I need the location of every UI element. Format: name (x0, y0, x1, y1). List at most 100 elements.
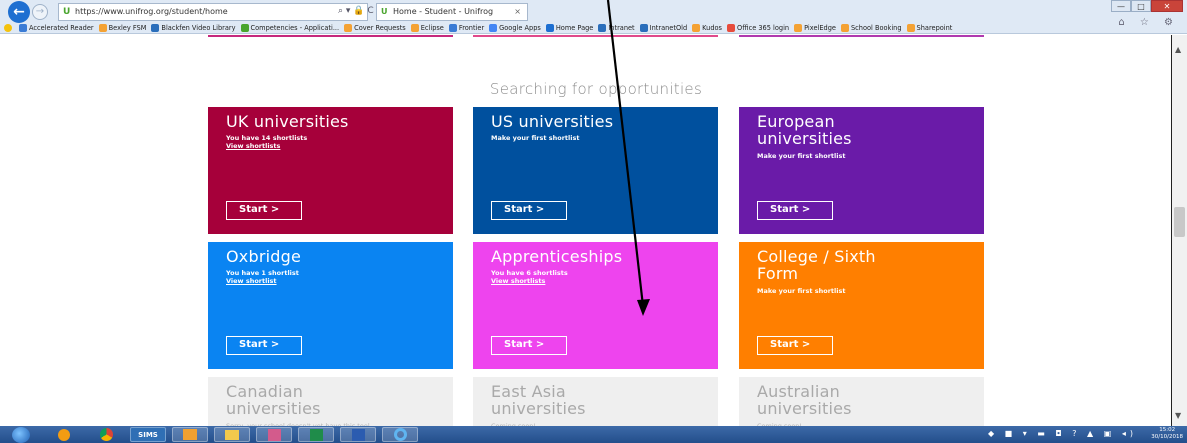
favorite-icon (489, 23, 498, 32)
tile-subtitle: You have 14 shortlists (226, 134, 308, 142)
browser-toolbar: ← → U https://www.unifrog.org/student/ho… (0, 0, 1187, 34)
favorite-item[interactable]: Frontier (448, 23, 485, 32)
start-button[interactable]: Start > (226, 336, 302, 355)
opportunity-tile[interactable]: Australian universities Coming soon! (739, 377, 984, 426)
favorite-item[interactable]: IntranetOld (639, 23, 688, 32)
tile-subtitle: Make your first shortlist (757, 287, 846, 295)
favorite-icon (344, 23, 353, 32)
favorite-item[interactable]: PixelEdge (794, 23, 836, 32)
favorite-item[interactable]: Kudos (692, 23, 722, 32)
scroll-thumb[interactable] (1174, 207, 1185, 237)
tile-title: UK universities (226, 112, 349, 131)
favorite-label: Intranet (608, 23, 635, 32)
clock-date: 30/10/2018 (1151, 434, 1183, 440)
publisher-icon[interactable] (256, 427, 292, 442)
favorite-label: Eclipse (420, 23, 444, 32)
address-bar[interactable]: U https://www.unifrog.org/student/home (58, 3, 368, 21)
favorite-item[interactable]: Home Page (545, 23, 593, 32)
tab-home[interactable]: U Home - Student - Unifrog × (376, 3, 528, 21)
favorite-icon (98, 23, 107, 32)
favorite-label: Frontier (458, 23, 485, 32)
address-url: https://www.unifrog.org/student/home (75, 7, 228, 16)
opportunity-tile[interactable]: Apprenticeships You have 6 shortlists View… (473, 242, 718, 369)
favorite-icon (727, 23, 735, 32)
view-shortlists-link[interactable]: View shortlists (491, 277, 545, 285)
windows-taskbar: SIMS ◆ ■ ▾ ▬ ◘ ? ▲ ▣ ◂) 15:02 30/10/2018 (0, 426, 1187, 443)
internet-explorer-icon[interactable] (382, 427, 418, 442)
favorite-icon (410, 23, 419, 32)
favorite-icon (545, 23, 554, 32)
opportunity-tile[interactable]: US universities Make your first shortlist… (473, 107, 718, 234)
favorite-item[interactable]: Competencies - Applicati... (240, 23, 339, 32)
favorite-item[interactable]: Cover Requests (344, 23, 406, 32)
opportunity-tile[interactable]: European universities Make your first sho… (739, 107, 984, 234)
system-tray-icons[interactable]: ◆ ■ ▾ ▬ ◘ ? ▲ ▣ ◂) (988, 429, 1137, 438)
start-button[interactable]: Start > (226, 201, 302, 220)
file-explorer-icon[interactable] (214, 427, 250, 442)
tile-subtitle: You have 1 shortlist (226, 269, 299, 277)
tile-title: Apprenticeships (491, 247, 623, 266)
tab-title: Home - Student - Unifrog (393, 7, 494, 16)
favorite-icon (448, 23, 457, 32)
view-shortlists-link[interactable]: View shortlist (226, 277, 277, 285)
clock[interactable]: 15:02 30/10/2018 (1151, 427, 1183, 441)
favorite-label: School Booking (850, 23, 902, 32)
favorite-item[interactable]: Sharepoint (906, 23, 952, 32)
excel-icon[interactable] (298, 427, 334, 442)
tile-title: Oxbridge (226, 247, 301, 266)
favorite-item[interactable]: Accelerated Reader (19, 23, 94, 32)
tile-title: College / Sixth Form (757, 247, 876, 283)
favorite-icon (906, 23, 915, 32)
scroll-up-icon[interactable]: ▲ (1175, 45, 1181, 54)
tab-close-icon[interactable]: × (514, 4, 521, 20)
favorite-item[interactable]: Intranet (598, 23, 635, 32)
scroll-down-icon[interactable]: ▼ (1175, 411, 1181, 420)
opportunity-tile[interactable]: UK universities You have 14 shortlists Vie… (208, 107, 453, 234)
address-actions-icon[interactable]: ⌕ ▾ 🔒 C (338, 3, 374, 19)
chrome-icon[interactable] (88, 427, 124, 442)
favorite-label: Kudos (702, 23, 722, 32)
window-controls: — □ ✕ (1111, 0, 1183, 14)
favorite-item[interactable]: School Booking (840, 23, 902, 32)
favorite-icon (598, 23, 607, 32)
favorite-item[interactable]: Office 365 login (727, 23, 789, 32)
opportunity-tile[interactable]: Oxbridge You have 1 shortlist View shortli… (208, 242, 453, 369)
favorite-icon (151, 23, 160, 32)
page-content: Searching for opportunities UK universit… (0, 35, 1171, 426)
favorite-item[interactable]: Bexley FSM (98, 23, 146, 32)
forward-button[interactable]: → (32, 4, 48, 20)
favorite-item[interactable]: Eclipse (410, 23, 444, 32)
tile-title: Australian universities (757, 382, 852, 418)
favorite-item[interactable]: Google Apps (489, 23, 541, 32)
vertical-scrollbar[interactable]: ▲ ▼ (1171, 35, 1187, 426)
start-button[interactable]: Start > (491, 201, 567, 220)
favorite-label: IntranetOld (649, 23, 688, 32)
back-button[interactable]: ← (8, 1, 30, 23)
opportunity-tile[interactable]: East Asia universities Coming soon! (473, 377, 718, 426)
favorite-item[interactable]: Blackfen Video Library (151, 23, 236, 32)
outlook-icon[interactable] (172, 427, 208, 442)
start-button[interactable]: Start > (491, 336, 567, 355)
opportunity-tile[interactable]: College / Sixth Form Make your first shor… (739, 242, 984, 369)
start-button[interactable]: Start > (757, 336, 833, 355)
favorite-icon (19, 23, 27, 32)
tile-title: East Asia universities (491, 382, 586, 418)
favorite-label: Cover Requests (354, 23, 406, 32)
tab-favicon-icon: U (381, 7, 388, 16)
close-button[interactable]: ✕ (1151, 0, 1183, 12)
media-player-icon[interactable] (46, 427, 82, 442)
site-icon: U (63, 7, 71, 17)
minimize-button[interactable]: — (1111, 0, 1131, 12)
favorite-label: Google Apps (499, 23, 541, 32)
tile-subtitle: You have 6 shortlists (491, 269, 568, 277)
favorites-star-icon[interactable] (4, 23, 14, 32)
maximize-button[interactable]: □ (1131, 0, 1151, 12)
favorite-icon (794, 23, 803, 32)
start-button[interactable]: Start > (757, 201, 833, 220)
favorite-icon (240, 23, 249, 32)
sims-button[interactable]: SIMS (130, 427, 166, 442)
word-icon[interactable] (340, 427, 376, 442)
view-shortlists-link[interactable]: View shortlists (226, 142, 280, 150)
opportunity-tile[interactable]: Canadian universities Sorry, your school … (208, 377, 453, 426)
windows-start-icon[interactable] (12, 426, 30, 443)
